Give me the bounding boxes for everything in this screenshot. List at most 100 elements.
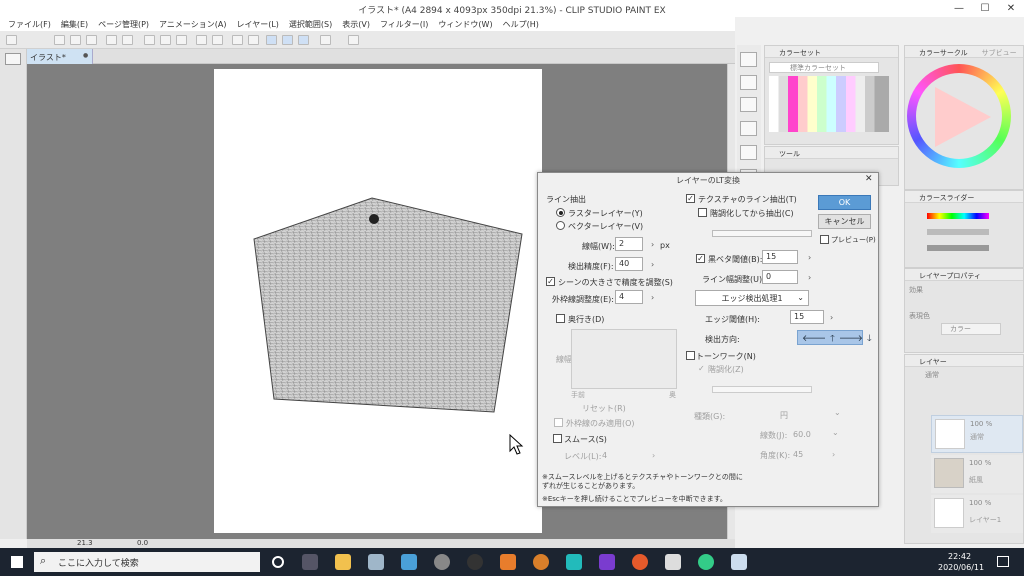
direction-buttons[interactable]: 🡐🡑🡒🡓	[797, 330, 872, 345]
raster-layer-radio[interactable]	[556, 208, 565, 217]
redo-icon[interactable]	[122, 35, 133, 45]
clock-date[interactable]: 2020/06/11	[938, 563, 984, 572]
edge-process-select[interactable]: エッジ検出処理1 ⌄	[695, 290, 809, 306]
black-threshold-arrow-icon[interactable]: ›	[808, 253, 811, 262]
texture-extract-checkbox[interactable]: ✓	[686, 194, 695, 203]
outline-adjust-arrow-icon[interactable]: ›	[651, 293, 654, 302]
paste-icon[interactable]	[176, 35, 187, 45]
clear-icon[interactable]	[196, 35, 207, 45]
taskbar-search-box[interactable]: ⌕ ここに入力して検索	[34, 552, 260, 572]
tool-menu-icon[interactable]	[5, 53, 21, 65]
blend-mode[interactable]: 通常	[925, 370, 939, 380]
posterize-check-icon[interactable]: ✓	[698, 364, 705, 373]
line-adjust-input[interactable]: 0	[762, 270, 798, 284]
black-threshold-checkbox[interactable]: ✓	[696, 254, 705, 263]
snap-grid-icon[interactable]	[320, 35, 331, 45]
reset-button[interactable]: リセット(R)	[582, 403, 626, 414]
dialog-close-icon[interactable]: ✕	[865, 174, 873, 184]
close-window-button[interactable]: ✕	[998, 1, 1024, 16]
file-explorer-icon[interactable]	[335, 554, 351, 570]
history-icon[interactable]	[740, 121, 757, 136]
type-value[interactable]: 円	[780, 410, 788, 421]
new-icon[interactable]	[6, 35, 17, 45]
open-icon[interactable]	[54, 35, 65, 45]
tab-close-icon[interactable]: ●	[83, 52, 88, 59]
depth-checkbox[interactable]	[556, 314, 565, 323]
menu-layer[interactable]: レイヤー(L)	[236, 19, 278, 30]
task-view-icon[interactable]	[302, 554, 318, 570]
windows-start-icon[interactable]	[11, 556, 23, 568]
hue-slider[interactable]	[927, 213, 989, 219]
lines-value[interactable]: 60.0	[793, 430, 811, 439]
app-icon[interactable]	[665, 554, 681, 570]
panel-title[interactable]: カラーサークル	[919, 49, 968, 57]
app-icon[interactable]	[434, 554, 450, 570]
app-icon[interactable]	[533, 554, 549, 570]
texture-slider[interactable]	[712, 230, 812, 237]
outline-apply-checkbox[interactable]	[554, 418, 563, 427]
level-arrow-icon[interactable]: ›	[652, 451, 655, 460]
menu-edit[interactable]: 編集(E)	[61, 19, 88, 30]
smooth-checkbox[interactable]	[553, 434, 562, 443]
undo-icon[interactable]	[106, 35, 117, 45]
app-icon[interactable]	[599, 554, 615, 570]
line-width-input[interactable]: 2	[615, 237, 643, 251]
clock-time[interactable]: 22:42	[948, 552, 971, 561]
cut-icon[interactable]	[144, 35, 155, 45]
sub-view-tab[interactable]: サブビュー	[982, 49, 1017, 57]
line-width-arrow-icon[interactable]: ›	[651, 240, 654, 249]
line-adjust-arrow-icon[interactable]: ›	[808, 273, 811, 282]
preview-checkbox[interactable]	[820, 235, 829, 244]
copy-icon[interactable]	[160, 35, 171, 45]
outline-adjust-input[interactable]: 4	[615, 290, 643, 304]
tab-illust[interactable]: イラスト* ●	[27, 49, 93, 64]
layer-row[interactable]: 100 % 通常	[931, 415, 1023, 453]
app-icon[interactable]	[566, 554, 582, 570]
lines-dropdown-icon[interactable]: ⌄	[832, 428, 839, 437]
menu-selection[interactable]: 選択範囲(S)	[289, 19, 332, 30]
menu-window[interactable]: ウィンドウ(W)	[438, 19, 492, 30]
menu-page[interactable]: ページ管理(P)	[98, 19, 149, 30]
blender-icon[interactable]	[500, 554, 516, 570]
ok-button[interactable]: OK	[818, 195, 871, 210]
minimize-button[interactable]: —	[946, 1, 972, 16]
menu-file[interactable]: ファイル(F)	[8, 19, 51, 30]
fill-icon[interactable]	[212, 35, 223, 45]
tone-slider[interactable]	[712, 386, 812, 393]
pen-pressure-icon[interactable]	[266, 35, 277, 45]
value-slider[interactable]	[927, 245, 989, 251]
export-icon[interactable]	[86, 35, 97, 45]
auto-action-icon[interactable]	[740, 145, 757, 160]
chrome-icon[interactable]	[698, 554, 714, 570]
color-wheel[interactable]	[907, 64, 1011, 168]
maximize-button[interactable]: ☐	[972, 1, 998, 16]
menu-filter[interactable]: フィルター(I)	[380, 19, 428, 30]
menu-animation[interactable]: アニメーション(A)	[159, 19, 226, 30]
sub-tool-icon[interactable]	[740, 75, 757, 90]
clip-studio-icon[interactable]	[368, 554, 384, 570]
posterize-extract-checkbox[interactable]	[698, 208, 707, 217]
navigator-icon[interactable]	[740, 52, 757, 67]
rotation-value[interactable]: 0.0	[137, 539, 148, 547]
settings-icon[interactable]	[348, 35, 359, 45]
notification-icon[interactable]	[997, 556, 1009, 567]
tone-work-checkbox[interactable]	[686, 351, 695, 360]
material-icon[interactable]	[740, 97, 757, 112]
angle-value[interactable]: 45	[793, 450, 803, 459]
black-threshold-input[interactable]: 15	[762, 250, 798, 264]
level-value[interactable]: 4	[602, 451, 607, 460]
menu-view[interactable]: 表示(V)	[342, 19, 370, 30]
edge-threshold-input[interactable]: 15	[790, 310, 824, 324]
color-set-select[interactable]: 標準カラーセット	[769, 62, 879, 73]
snap-icon[interactable]	[282, 35, 293, 45]
menu-help[interactable]: ヘルプ(H)	[503, 19, 539, 30]
zoom-value[interactable]: 21.3	[77, 539, 93, 547]
saturation-slider[interactable]	[927, 229, 989, 235]
layer-row[interactable]: 100 % 紙風	[931, 455, 1023, 493]
cortana-icon[interactable]	[272, 556, 284, 568]
expression-color-select[interactable]: カラー	[941, 323, 1001, 335]
layer-row[interactable]: 100 % レイヤー1	[931, 495, 1023, 533]
ruler-icon[interactable]	[298, 35, 309, 45]
color-swatches[interactable]	[769, 76, 889, 132]
scene-adjust-checkbox[interactable]: ✓	[546, 277, 555, 286]
